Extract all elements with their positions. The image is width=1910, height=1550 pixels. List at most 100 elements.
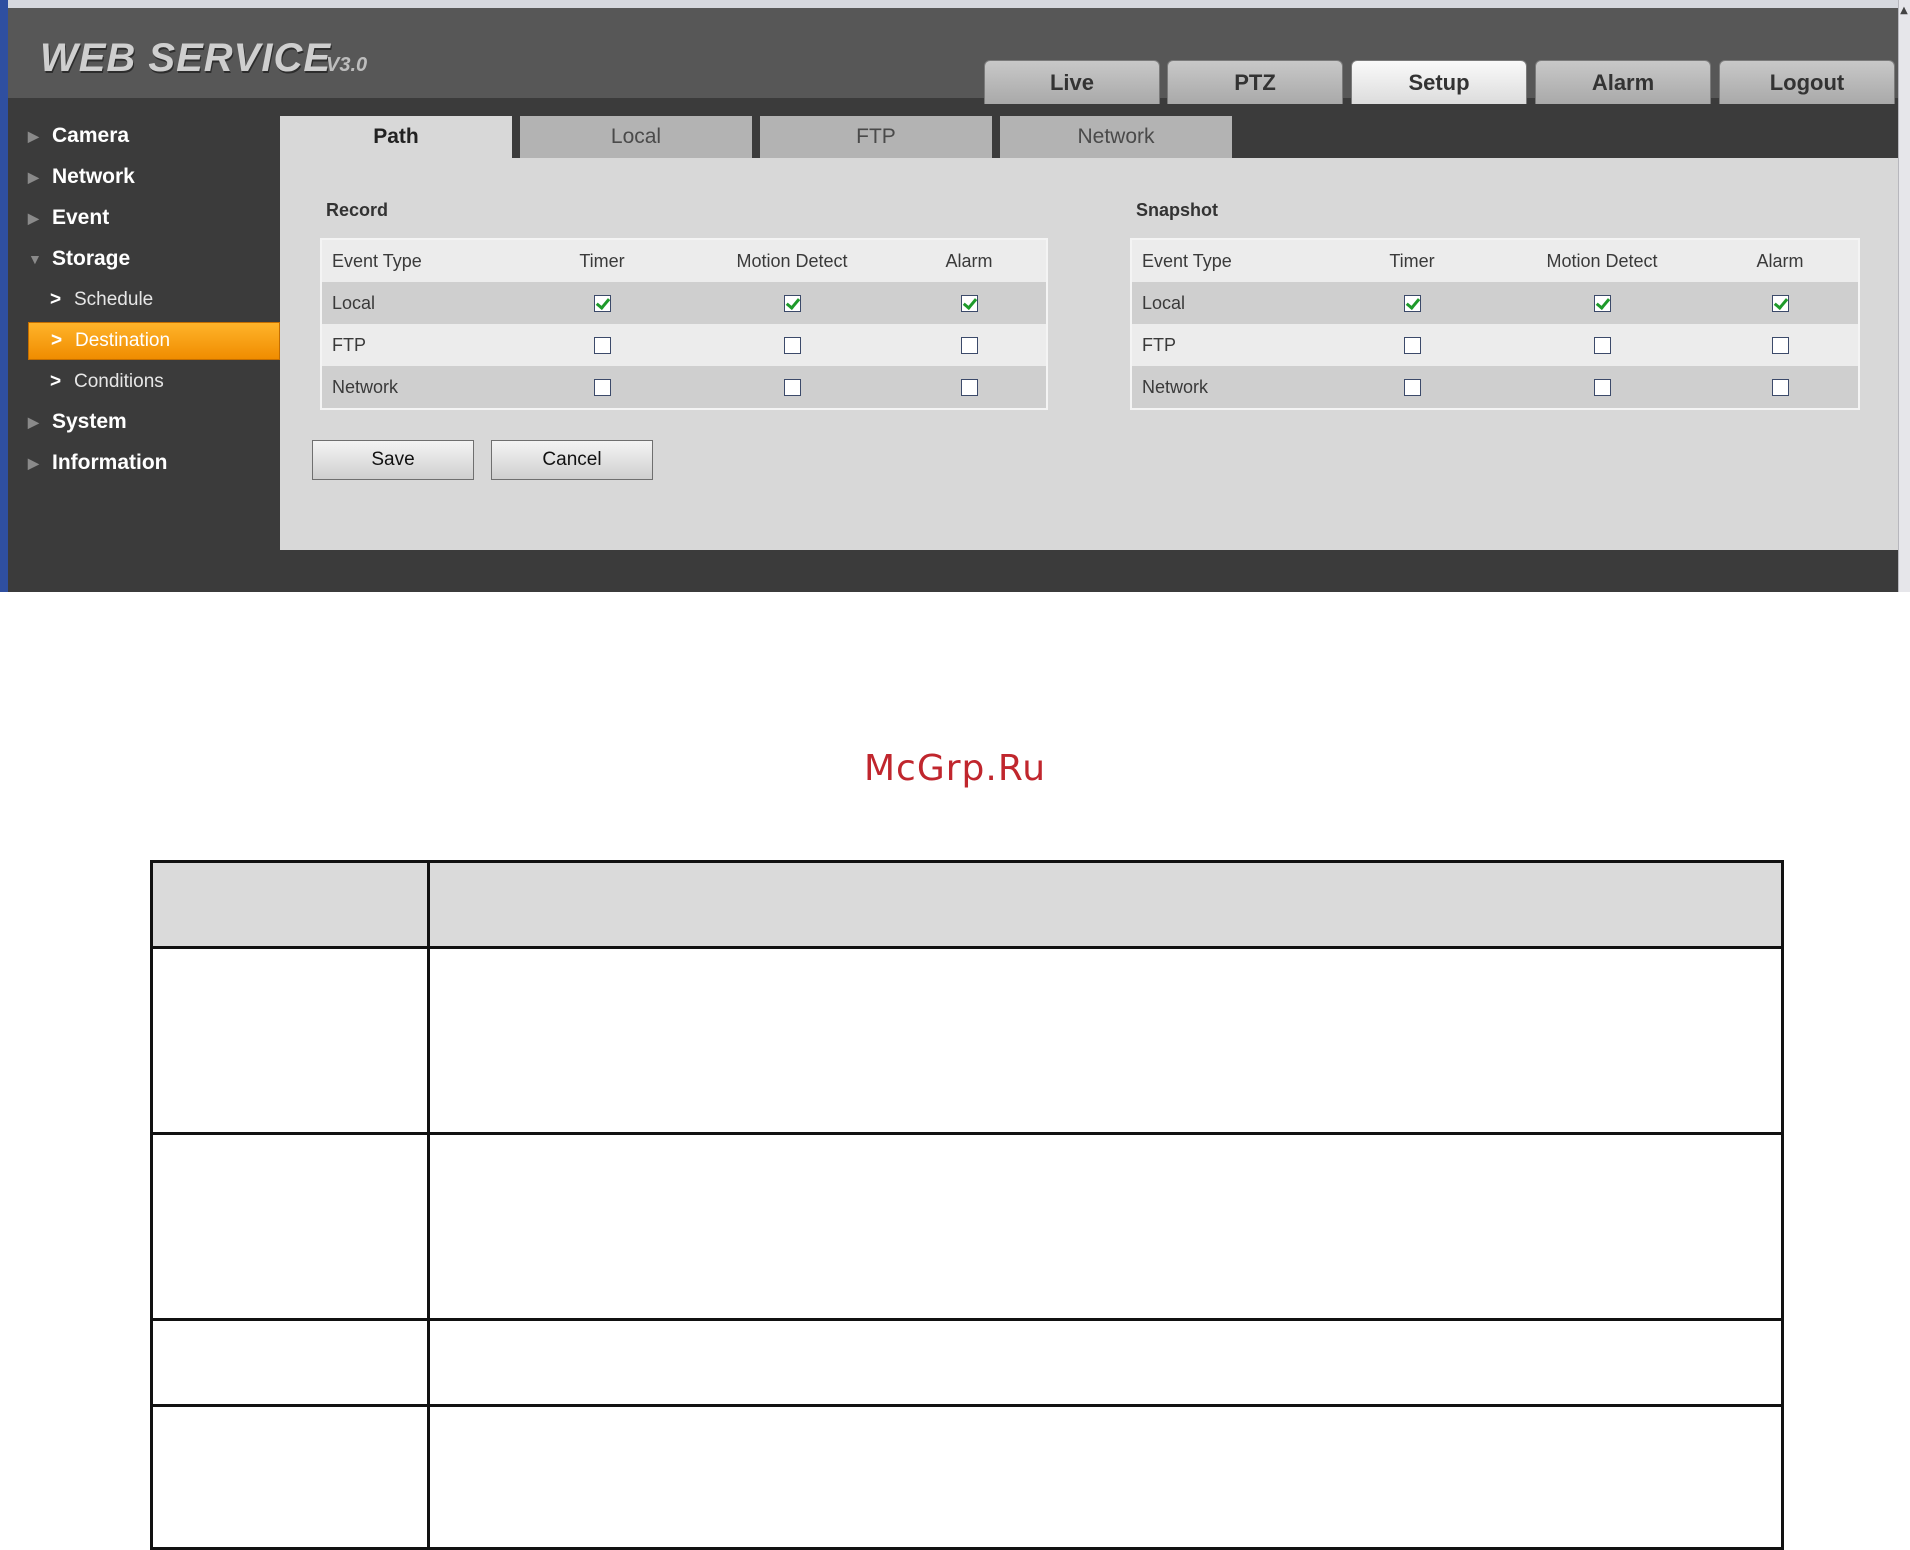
row-label: Network bbox=[321, 366, 512, 409]
expand-triangle-icon: ▶ bbox=[28, 414, 39, 430]
save-button[interactable]: Save bbox=[312, 440, 474, 480]
record-local-motion-checkbox[interactable] bbox=[783, 295, 801, 313]
row-label: Local bbox=[1131, 282, 1322, 324]
record-local-timer-checkbox[interactable] bbox=[593, 295, 611, 313]
sidebar-item-label: System bbox=[52, 410, 127, 433]
table-header-row: Event Type Timer Motion Detect Alarm bbox=[321, 239, 1047, 282]
snapshot-local-motion-checkbox[interactable] bbox=[1593, 295, 1611, 313]
table-cell bbox=[427, 860, 1784, 949]
table-cell bbox=[150, 1318, 430, 1407]
snapshot-ftp-alarm-checkbox[interactable] bbox=[1771, 337, 1789, 355]
table-cell bbox=[427, 946, 1784, 1135]
snapshot-local-alarm-checkbox[interactable] bbox=[1771, 295, 1789, 313]
sidebar-subitem-label: Destination bbox=[75, 330, 171, 351]
sidebar-subitem-destination[interactable]: > Destination bbox=[28, 322, 280, 360]
expand-triangle-icon: ▶ bbox=[28, 455, 39, 471]
sidebar-item-label: Storage bbox=[52, 247, 131, 270]
sidebar-item-system[interactable]: ▶ System bbox=[28, 404, 280, 440]
snapshot-network-motion-checkbox[interactable] bbox=[1593, 379, 1611, 397]
sidebar-item-event[interactable]: ▶ Event bbox=[28, 200, 280, 236]
sidebar-item-information[interactable]: ▶ Information bbox=[28, 445, 280, 481]
snapshot-network-alarm-checkbox[interactable] bbox=[1771, 379, 1789, 397]
table-cell bbox=[150, 1404, 430, 1550]
tab-alarm[interactable]: Alarm bbox=[1535, 60, 1711, 104]
sidebar-item-label: Event bbox=[52, 206, 110, 229]
table-row bbox=[150, 1318, 1784, 1407]
watermark: McGrp.Ru bbox=[863, 748, 1047, 789]
snapshot-title: Snapshot bbox=[1136, 200, 1219, 220]
row-label: FTP bbox=[1142, 334, 1176, 355]
row-label: FTP bbox=[332, 334, 366, 355]
snapshot-table: Event Type Timer Motion Detect Alarm Loc… bbox=[1130, 238, 1860, 410]
expand-triangle-icon: ▶ bbox=[28, 128, 39, 144]
table-row: Network bbox=[1131, 366, 1859, 409]
tab-logout[interactable]: Logout bbox=[1719, 60, 1895, 104]
snapshot-ftp-motion-checkbox[interactable] bbox=[1593, 337, 1611, 355]
table-cell bbox=[427, 1318, 1784, 1407]
table-row bbox=[150, 1404, 1784, 1550]
record-ftp-motion-checkbox[interactable] bbox=[783, 337, 801, 355]
tab-setup[interactable]: Setup bbox=[1351, 60, 1527, 104]
table-header-row: Event Type Timer Motion Detect Alarm bbox=[1131, 239, 1859, 282]
snapshot-network-timer-checkbox[interactable] bbox=[1403, 379, 1421, 397]
snapshot-local-timer-checkbox[interactable] bbox=[1403, 295, 1421, 313]
sidebar: ▶ Camera ▶ Network ▶ Event ▼ Storage > S… bbox=[8, 98, 280, 592]
row-label: Network bbox=[1131, 366, 1322, 409]
logo-version: V3.0 bbox=[326, 54, 368, 76]
chevron-right-icon: > bbox=[50, 289, 62, 310]
record-local-alarm-checkbox[interactable] bbox=[960, 295, 978, 313]
sidebar-subitem-schedule[interactable]: > Schedule bbox=[28, 282, 280, 318]
table-cell bbox=[150, 946, 430, 1135]
record-network-timer-checkbox[interactable] bbox=[593, 379, 611, 397]
table-row bbox=[150, 1132, 1784, 1321]
record-ftp-timer-checkbox[interactable] bbox=[593, 337, 611, 355]
tab-local[interactable]: Local bbox=[520, 116, 752, 158]
scrollbar[interactable] bbox=[1898, 0, 1910, 592]
collapse-triangle-icon: ▼ bbox=[28, 251, 42, 267]
record-title: Record bbox=[326, 200, 389, 220]
scroll-up-arrow-icon[interactable]: ▲ bbox=[1899, 4, 1909, 18]
table-row: Local bbox=[1131, 282, 1859, 324]
sidebar-subitem-conditions[interactable]: > Conditions bbox=[28, 364, 280, 400]
table-cell bbox=[150, 860, 430, 949]
column-header: Event Type bbox=[321, 239, 512, 282]
tab-ptz[interactable]: PTZ bbox=[1167, 60, 1343, 104]
row-label: Local bbox=[321, 282, 512, 324]
column-header: Timer bbox=[512, 239, 692, 282]
sidebar-item-camera[interactable]: ▶ Camera bbox=[28, 118, 280, 154]
sidebar-item-storage[interactable]: ▼ Storage bbox=[28, 241, 280, 277]
column-header: Event Type bbox=[1131, 239, 1322, 282]
tab-path[interactable]: Path bbox=[280, 116, 512, 158]
chevron-right-icon: > bbox=[51, 330, 63, 351]
tab-network[interactable]: Network bbox=[1000, 116, 1232, 158]
sidebar-subitem-label: Conditions bbox=[74, 371, 164, 392]
tab-ftp[interactable]: FTP bbox=[760, 116, 992, 158]
sidebar-item-label: Network bbox=[52, 165, 135, 188]
logo: WEB SERVICE bbox=[40, 36, 332, 80]
record-network-motion-checkbox[interactable] bbox=[783, 379, 801, 397]
record-ftp-alarm-checkbox[interactable] bbox=[960, 337, 978, 355]
table-cell bbox=[427, 1404, 1784, 1550]
window-top-edge bbox=[0, 0, 1898, 8]
snapshot-ftp-timer-checkbox[interactable] bbox=[1403, 337, 1421, 355]
table-cell bbox=[427, 1132, 1784, 1321]
cancel-button[interactable]: Cancel bbox=[491, 440, 653, 480]
table-row: FTP bbox=[1131, 324, 1859, 366]
sidebar-item-network[interactable]: ▶ Network bbox=[28, 159, 280, 195]
app-header: WEB SERVICE V3.0 Live PTZ Setup Alarm Lo… bbox=[8, 8, 1898, 104]
web-service-window: WEB SERVICE V3.0 Live PTZ Setup Alarm Lo… bbox=[0, 0, 1898, 592]
record-table: Event Type Timer Motion Detect Alarm Loc… bbox=[320, 238, 1048, 410]
description-table bbox=[150, 860, 1784, 1550]
record-network-alarm-checkbox[interactable] bbox=[960, 379, 978, 397]
window-left-edge bbox=[0, 0, 8, 592]
sidebar-item-label: Camera bbox=[52, 124, 130, 147]
table-row bbox=[150, 946, 1784, 1135]
expand-triangle-icon: ▶ bbox=[28, 210, 39, 226]
column-header: Motion Detect bbox=[692, 239, 892, 282]
expand-triangle-icon: ▶ bbox=[28, 169, 39, 185]
tab-live[interactable]: Live bbox=[984, 60, 1160, 104]
column-header: Alarm bbox=[1702, 239, 1859, 282]
column-header: Alarm bbox=[892, 239, 1047, 282]
table-row: FTP bbox=[321, 324, 1047, 366]
table-row: Network bbox=[321, 366, 1047, 409]
